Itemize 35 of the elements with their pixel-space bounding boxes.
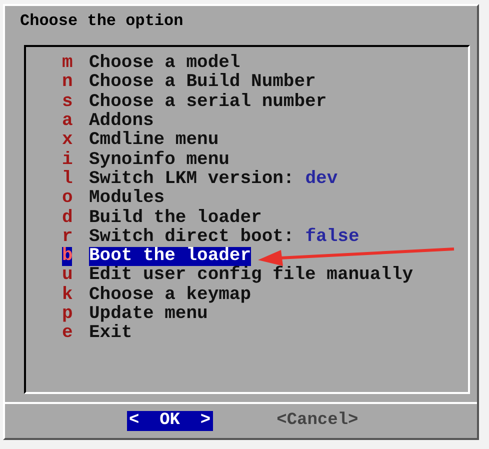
menu-item[interactable]: Choose a keymap [89,286,252,305]
hotkey-letter: i [62,150,72,170]
hotkey-letter: m [62,54,72,74]
menu-item[interactable]: Cmdline menu [89,131,219,150]
menu-item[interactable]: Build the loader [89,208,262,228]
setting-value: false [305,228,360,247]
menu-item[interactable]: Choose a Build Number [89,73,316,92]
hotkey-letter: r [62,228,72,247]
hotkey-letter: a [62,112,72,132]
menu-item[interactable]: Boot the loader [89,247,252,266]
hotkey-letter: x [62,131,72,150]
hotkey-letter: s [62,92,72,112]
menu-item[interactable]: Switch LKM version: [89,170,294,189]
menu-item[interactable]: Edit user config file manually [89,266,414,286]
ok-button[interactable]: < OK > [127,411,213,431]
hotkey-letter: l [62,170,72,189]
hotkey-letter: u [62,266,72,286]
hotkey-letter: e [62,324,72,344]
menu-item[interactable]: Update menu [89,305,208,324]
setting-value: dev [305,170,338,189]
hotkey-letter: n [62,73,72,92]
menu-item[interactable]: Addons [89,112,154,132]
hotkey-letter: d [62,208,72,228]
menu-item[interactable]: Choose a serial number [89,92,327,112]
dialog-title: Choose the option [20,11,184,31]
menu-item[interactable]: Modules [89,189,165,208]
menu-item[interactable]: Synoinfo menu [89,150,230,170]
hotkey-letter: o [62,189,72,208]
hotkey-letter: k [62,286,72,305]
menu-item[interactable]: Exit [89,324,132,344]
hotkey-letter: p [62,305,72,324]
menu-item[interactable]: Switch direct boot: [89,228,294,247]
menu-item[interactable]: Choose a model [89,54,240,74]
cancel-button[interactable]: <Cancel> [274,411,360,431]
hotkey-letter: b [62,247,72,266]
